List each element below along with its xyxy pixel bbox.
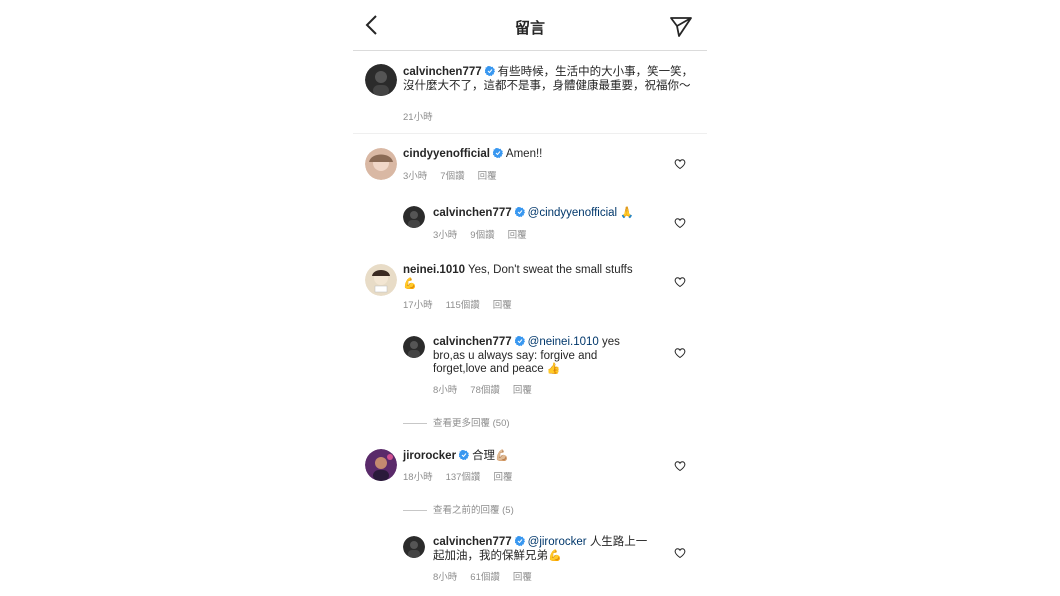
emoji: 💪 [548, 549, 562, 562]
header-bar: 留言 [353, 0, 707, 51]
heart-icon[interactable] [674, 217, 686, 229]
caption-text: calvinchen777 有些時候，生活中的大小事，笑一笑，沒什麼大不了，這都不… [403, 66, 697, 93]
view-more-replies-button[interactable]: 查看更多回覆 (50) [403, 415, 510, 429]
timestamp: 3小時 [403, 171, 428, 182]
comment-meta: 17小時 115個讚 回覆 [403, 297, 525, 311]
avatar[interactable] [365, 264, 397, 296]
verified-badge-icon [459, 450, 469, 460]
verified-badge-icon [493, 148, 503, 158]
verified-badge-icon [485, 66, 495, 76]
timestamp: 21小時 [403, 112, 433, 123]
mention-link[interactable]: @neinei.1010 [528, 336, 599, 348]
username[interactable]: calvinchen777 [433, 536, 512, 548]
verified-badge-icon [515, 536, 525, 546]
reply-button[interactable]: 回覆 [493, 472, 512, 483]
avatar[interactable] [403, 536, 425, 558]
mention-link[interactable]: @jirorocker [528, 536, 587, 548]
send-icon[interactable] [669, 16, 693, 38]
divider [403, 422, 427, 424]
username[interactable]: calvinchen777 [433, 336, 512, 348]
avatar[interactable] [403, 206, 425, 228]
divider [403, 509, 427, 511]
verified-badge-icon [515, 336, 525, 346]
timestamp: 8小時 [433, 385, 458, 396]
emoji: 💪 [403, 277, 417, 290]
view-previous-replies-label: 查看之前的回覆 (5) [433, 505, 514, 516]
like-count[interactable]: 78個讚 [470, 385, 500, 396]
comment-text: cindyyenofficial Amen!! [403, 148, 643, 162]
like-count[interactable]: 137個讚 [446, 472, 481, 483]
like-count[interactable]: 61個讚 [470, 572, 500, 583]
reply-button[interactable]: 回覆 [513, 385, 532, 396]
comments-screen: 留言 calvinchen777 有些時候，生活中的大小事，笑一笑，沒什麼大不了，… [353, 0, 707, 596]
comment-text: jirorocker 合理💪🏼 [403, 450, 643, 464]
username[interactable]: neinei.1010 [403, 264, 465, 276]
emoji: 💪🏼 [495, 450, 509, 462]
username[interactable]: calvinchen777 [403, 66, 482, 78]
heart-icon[interactable] [674, 347, 686, 359]
avatar[interactable] [365, 449, 397, 481]
comment-meta: 18小時 137個讚 回覆 [403, 469, 525, 483]
emoji: 👍 [546, 363, 561, 375]
comment-body: Yes, Don't sweat the small stuffs [468, 264, 633, 276]
timestamp: 17小時 [403, 300, 433, 311]
reply-button[interactable]: 回覆 [493, 300, 512, 311]
avatar[interactable] [365, 148, 397, 180]
avatar[interactable] [365, 64, 397, 96]
comment-meta: 8小時 78個讚 回覆 [433, 382, 545, 396]
reply-button[interactable]: 回覆 [513, 572, 532, 583]
heart-icon[interactable] [674, 276, 686, 288]
heart-icon[interactable] [674, 547, 686, 559]
verified-badge-icon [515, 207, 525, 217]
view-previous-replies-button[interactable]: 查看之前的回覆 (5) [403, 502, 514, 516]
comment-body: 合理 [472, 450, 496, 462]
username[interactable]: calvinchen777 [433, 207, 512, 219]
comment-text: calvinchen777 @neinei.1010 yes bro,as u a… [433, 336, 633, 377]
comment-meta: 8小時 61個讚 回覆 [433, 569, 545, 583]
page-title: 留言 [514, 20, 545, 37]
timestamp: 18小時 [403, 472, 433, 483]
timestamp: 8小時 [433, 572, 458, 583]
caption-meta: 21小時 [403, 109, 446, 123]
username[interactable]: jirorocker [403, 450, 456, 462]
mention-link[interactable]: @cindyyenofficial [528, 207, 617, 219]
post-caption: calvinchen777 有些時候，生活中的大小事，笑一笑，沒什麼大不了，這都不… [353, 51, 707, 134]
timestamp: 3小時 [433, 230, 458, 241]
reply-button[interactable]: 回覆 [508, 230, 527, 241]
comment-text: calvinchen777 @cindyyenofficial 🙏 [433, 207, 643, 221]
view-more-replies-label: 查看更多回覆 (50) [433, 418, 510, 429]
emoji: 🙏 [620, 207, 634, 219]
like-count[interactable]: 7個讚 [440, 171, 464, 182]
reply-button[interactable]: 回覆 [478, 171, 497, 182]
like-count[interactable]: 115個讚 [446, 300, 480, 311]
username[interactable]: cindyyenofficial [403, 148, 490, 160]
comment-body: Amen!! [505, 148, 543, 160]
heart-icon[interactable] [674, 460, 686, 472]
comment-meta: 3小時 9個讚 回覆 [433, 227, 540, 241]
avatar[interactable] [403, 336, 425, 358]
comment-text: calvinchen777 @jirorocker 人生路上一起加油，我的保鮮兄弟… [433, 536, 658, 563]
comment-meta: 3小時 7個讚 回覆 [403, 168, 510, 182]
like-count[interactable]: 9個讚 [470, 230, 494, 241]
comment-text: neinei.1010 Yes, Don't sweat the small st… [403, 264, 643, 291]
heart-icon[interactable] [674, 158, 686, 170]
